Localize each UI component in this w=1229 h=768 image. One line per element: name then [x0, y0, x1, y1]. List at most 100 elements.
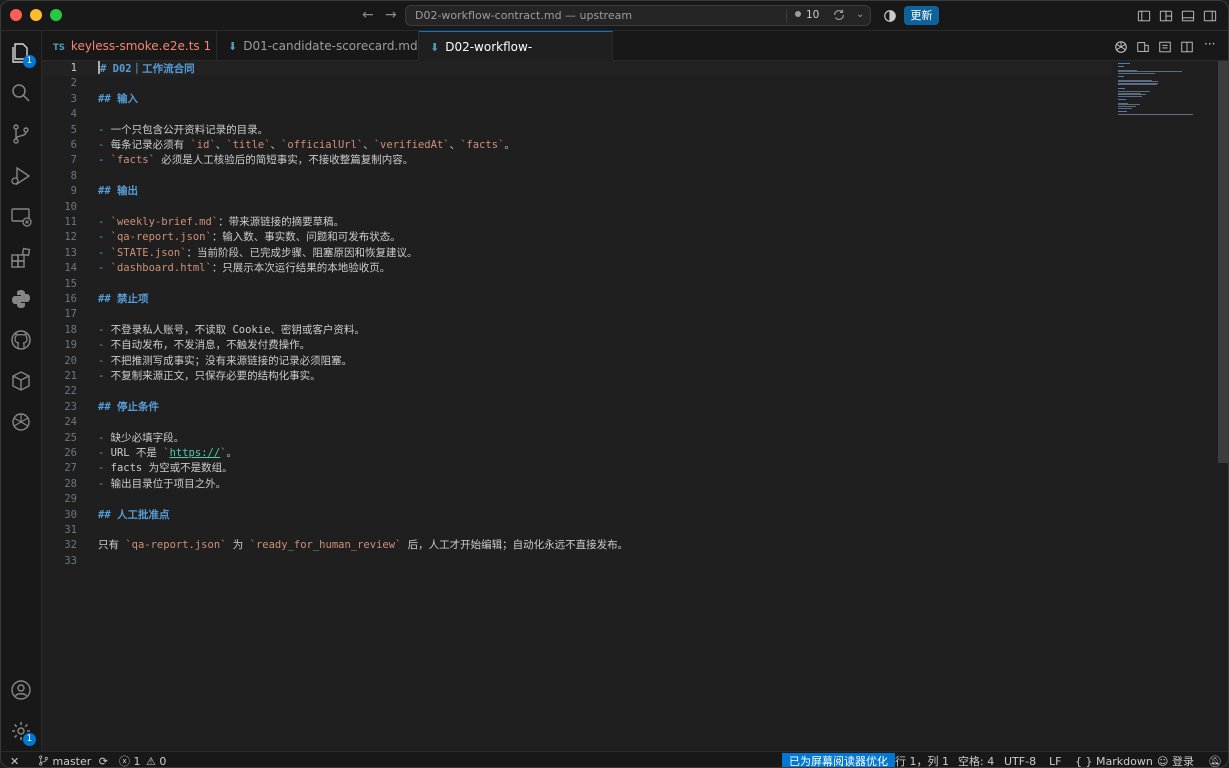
package-icon[interactable] [9, 369, 33, 393]
toggle-panel-icon[interactable] [1181, 8, 1195, 22]
editor-line[interactable]: 7 - `facts` 必须是人工核验后的简短事实，不接收整篇复制内容。 [42, 153, 1112, 168]
explorer-icon[interactable]: 1 [9, 41, 36, 68]
error-count: 1 [133, 755, 141, 768]
settings-gear-icon[interactable]: 1 [9, 719, 36, 746]
editor-line[interactable]: 23 ## 停止条件 [42, 400, 1112, 415]
more-actions-icon[interactable]: ··· [1204, 37, 1218, 51]
editor-line[interactable]: 29 [42, 492, 1112, 507]
maximize-window-button[interactable] [50, 9, 62, 21]
tab-keyless-smoke[interactable]: TS keyless-smoke.e2e.ts 1 [42, 31, 217, 82]
editor-line[interactable]: 2 [42, 76, 1112, 91]
editor-line[interactable]: 18 - 不登录私人账号，不读取 Cookie、密钥或客户资料。 [42, 323, 1112, 338]
line-content: - `qa-report.json`：输入数、事实数、问题和可发布状态。 [98, 231, 401, 244]
editor-line[interactable]: 14 - `dashboard.html`：只展示本次运行结果的本地验收页。 [42, 261, 1112, 276]
cursor-position[interactable]: 行 1，列 1 [895, 753, 949, 767]
editor-line[interactable]: 25 - 缺少必填字段。 [42, 431, 1112, 446]
update-button[interactable]: 更新 [904, 6, 939, 25]
editor-area[interactable]: 1 # D02｜工作流合同 2 3 ## 输入 4 5- 一个只包含公开资料记录的目录。 6-… [42, 61, 1228, 751]
branch-indicator[interactable]: master ⟳ [38, 753, 108, 767]
editor-line[interactable]: 11 - `weekly-brief.md`：带来源链接的摘要草稿。 [42, 215, 1112, 230]
command-center[interactable]: D02-workflow-contract.md — upstream 10 ⌄ [405, 5, 871, 26]
editor-line[interactable]: 16 ## 禁止项 [42, 292, 1112, 307]
editor-line[interactable]: 32 只有 `qa-report.json` 为 `ready_for_human… [42, 538, 1112, 553]
editor-line[interactable]: 15 [42, 277, 1112, 292]
remote-indicator-icon[interactable]: ✕ [10, 753, 19, 767]
typescript-icon: TS [53, 43, 65, 53]
search-icon[interactable] [9, 81, 33, 105]
toggle-sidebar-icon[interactable] [1137, 8, 1151, 22]
line-content: - 每条记录必须有 `id`、`title`、`officialUrl`、`ve… [98, 139, 515, 151]
split-editor-icon[interactable] [1180, 39, 1194, 53]
editor-line[interactable]: 31 [42, 523, 1112, 538]
accounts-icon[interactable] [9, 678, 33, 702]
editor-line[interactable]: 17 [42, 307, 1112, 322]
editor-line[interactable]: 8 [42, 169, 1112, 184]
open-changes-icon[interactable] [1136, 39, 1150, 53]
source-control-icon[interactable] [9, 122, 33, 146]
line-content: - facts 为空或不是数组。 [98, 462, 233, 475]
github-icon[interactable] [9, 328, 33, 352]
account-login[interactable]: ☺ 登录 [1157, 753, 1194, 767]
end-of-line[interactable]: LF [1049, 753, 1061, 767]
editor-line[interactable]: 24 [42, 415, 1112, 430]
editor-line[interactable]: 33 [42, 554, 1112, 569]
minimap[interactable] [1116, 61, 1216, 121]
run-debug-icon[interactable] [9, 164, 33, 188]
toggle-secondary-sidebar-icon[interactable] [1203, 8, 1217, 22]
chevron-down-icon[interactable]: ⌄ [856, 9, 864, 20]
vertical-scrollbar[interactable] [1218, 61, 1228, 463]
editor-line[interactable]: 28 - 输出目录位于项目之外。 [42, 477, 1112, 492]
editor-line[interactable]: 21 - 不复制来源正文，只保存必要的结构化事实。 [42, 369, 1112, 384]
notifications-count[interactable]: 10 [795, 9, 819, 21]
editor-line[interactable]: 6 - 每条记录必须有 `id`、`title`、`officialUrl`、`v… [42, 138, 1112, 153]
sync-changes-icon[interactable]: ⟳ [99, 755, 108, 767]
openai-icon[interactable] [9, 410, 33, 434]
editor-line[interactable]: 13 - `STATE.json`：当前阶段、已完成步骤、阻塞原因和恢复建议。 [42, 246, 1112, 261]
editor-line[interactable]: 5 - 一个只包含公开资料记录的目录。 [42, 123, 1112, 138]
markdown-file-icon: ⬇ [430, 41, 440, 54]
editor-line[interactable]: 22 [42, 384, 1112, 399]
tab-d01-candidate-scorecard[interactable]: ⬇ D01-candidate-scorecard.md [217, 31, 419, 61]
copilot-icon[interactable] [883, 8, 897, 22]
open-preview-icon[interactable] [1158, 39, 1172, 53]
forward-arrow-icon[interactable]: → [385, 7, 397, 23]
minimize-window-button[interactable] [30, 9, 42, 21]
editor-line[interactable]: 9 ## 输出 [42, 184, 1112, 199]
chatgpt-icon[interactable] [1114, 39, 1128, 53]
editor-line[interactable]: 1 # D02｜工作流合同 [42, 61, 1112, 77]
warning-icon: ⚠ [146, 755, 156, 768]
line-number: 22 [64, 385, 77, 398]
sync-icon[interactable] [832, 8, 846, 25]
minimap-line [1118, 99, 1126, 101]
encoding[interactable]: UTF-8 [1004, 753, 1036, 767]
editor-line[interactable]: 10 [42, 200, 1112, 215]
settings-badge: 1 [23, 733, 36, 746]
line-content: - `facts` 必须是人工核验后的简短事实，不接收整篇复制内容。 [98, 154, 414, 167]
editor-line[interactable]: 27 - facts 为空或不是数组。 [42, 461, 1112, 476]
editor-line[interactable]: 3 ## 输入 [42, 92, 1112, 107]
window-title: D02-workflow-contract.md — upstream [415, 9, 633, 22]
python-icon[interactable] [9, 287, 33, 311]
editor-line[interactable]: 26 - URL 不是 `https://`。 [42, 446, 1112, 461]
minimap-line [1118, 114, 1193, 116]
editor-line[interactable]: 30 ## 人工批准点 [42, 508, 1112, 523]
minimap-line [1118, 87, 1125, 89]
editor-line[interactable]: 12 - `qa-report.json`：输入数、事实数、问题和可发布状态。 [42, 230, 1112, 245]
notifications-bell-icon[interactable]: 🔕︎ [1208, 753, 1222, 767]
line-content: - `weekly-brief.md`：带来源链接的摘要草稿。 [98, 216, 345, 228]
screen-reader-mode[interactable]: 已为屏幕阅读器优化 [782, 753, 895, 767]
indentation[interactable]: 空格: 4 [958, 753, 994, 767]
extensions-icon[interactable] [9, 246, 33, 270]
line-content: - 不复制来源正文，只保存必要的结构化事实。 [98, 370, 321, 382]
remote-explorer-icon[interactable] [9, 205, 33, 229]
close-window-button[interactable] [10, 9, 22, 21]
editor-line[interactable]: 20 - 不把推测写成事实；没有来源链接的记录必须阻塞。 [42, 354, 1112, 369]
language-mode[interactable]: { } Markdown [1075, 753, 1153, 767]
editor-line[interactable]: 4 [42, 107, 1112, 122]
line-content: ## 输入 [98, 92, 138, 105]
back-arrow-icon[interactable]: ← [362, 7, 374, 23]
problems-indicator[interactable]: ⓧ 1 ⚠ 0 [119, 753, 166, 768]
customize-layout-icon[interactable] [1159, 8, 1173, 22]
editor-line[interactable]: 19 - 不自动发布，不发消息，不触发付费操作。 [42, 338, 1112, 353]
tab-d02-workflow-contract[interactable]: ⬇D02-workflow-contract.md✕ [419, 31, 613, 86]
